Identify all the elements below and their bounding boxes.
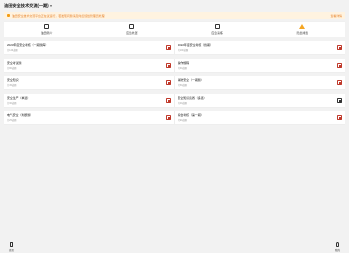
item-name: 消防安全（一期题） <box>177 78 204 82</box>
edit-icon[interactable] <box>165 97 171 103</box>
edit-icon[interactable] <box>165 62 171 68</box>
edit-icon[interactable] <box>165 115 171 120</box>
clipboard-icon <box>9 242 14 247</box>
list-item[interactable]: 操作规程共60道题 <box>174 58 345 73</box>
nav-home[interactable]: 首页 <box>9 242 15 252</box>
item-sub: 共90道题 <box>177 120 187 122</box>
book-icon <box>44 24 50 30</box>
item-name: 2022年度安全考核（终期） <box>177 43 213 47</box>
tab-drill-label: 应急演练 <box>211 30 223 35</box>
item-sub: 共80道题 <box>7 67 17 70</box>
bottom-nav: 首页 我的 <box>0 241 349 253</box>
tab-intro-label: 油田简介 <box>40 30 53 35</box>
nav-profile[interactable]: 我的 <box>334 242 340 252</box>
list-item[interactable]: 2022年度安全考核（终期） 共100道题 <box>174 41 345 55</box>
item-sub: 共50道题 <box>177 85 187 87</box>
warning-icon <box>299 24 306 30</box>
checklist-icon <box>214 24 220 30</box>
item-sub: 共45道题 <box>7 85 17 87</box>
item-name: 综合考核（第一期） <box>177 113 204 117</box>
tab-intro[interactable]: 油田简介 <box>4 22 89 37</box>
list-item[interactable]: 电气安全（判断题） 共25道题 <box>4 111 175 125</box>
user-icon <box>335 242 340 247</box>
page-title: 油田安全技术交流(一期) <box>4 3 49 8</box>
list-item[interactable]: 消防安全（一期题） 共50道题 <box>174 76 345 90</box>
chevron-down-icon[interactable]: ▾ <box>50 4 52 8</box>
list-item[interactable]: 综合考核（第一期） 共90道题 <box>174 111 345 125</box>
item-sub: 共30道题 <box>7 102 17 105</box>
inbox-icon <box>129 24 135 30</box>
nav-profile-label: 我的 <box>334 248 340 252</box>
top-bar: 油田安全技术交流(一期) ▾ <box>0 0 349 12</box>
tab-emergency-label: 应急处置 <box>126 30 138 35</box>
edit-icon[interactable] <box>337 97 342 103</box>
tab-hazard-label: 隐患排查 <box>296 30 309 35</box>
item-sub: 共60道题 <box>177 67 187 70</box>
item-sub: 共120道题 <box>7 50 18 52</box>
bell-icon <box>7 14 10 17</box>
edit-icon[interactable] <box>337 115 342 120</box>
notice-text: 油田安全技术交流平台正在试运行，若发现问题请及时反馈给管理员处理 <box>12 13 105 18</box>
list-item[interactable]: 2023年度安全考核（一期题库） 共120道题 <box>4 41 175 55</box>
item-name: 2023年度安全考核（一期题库） <box>7 43 49 47</box>
list-item[interactable]: 安全考试题共80道题 <box>4 58 175 73</box>
edit-icon[interactable] <box>337 62 342 68</box>
item-sub: 共25道题 <box>7 120 17 122</box>
item-name: 安全知识竞赛（多选） <box>177 95 207 100</box>
list-item[interactable]: 安全生产（单选） 共30道题 <box>4 93 175 108</box>
item-name: 安全知识 <box>7 78 19 82</box>
tab-drill[interactable]: 应急演练 <box>175 22 260 37</box>
edit-icon[interactable] <box>337 45 342 50</box>
function-tabs: 油田简介 应急处置 应急演练 隐患排查 <box>4 21 345 37</box>
item-name: 安全生产（单选） <box>7 95 31 100</box>
nav-home-label: 首页 <box>9 248 15 252</box>
item-name: 安全考试题 <box>7 60 22 65</box>
exam-list: 2023年度安全考核（一期题库） 共120道题 2022年度安全考核（终期） 共10… <box>4 41 345 129</box>
list-item[interactable]: 安全知识共45道题 <box>4 76 175 90</box>
edit-icon[interactable] <box>337 80 342 85</box>
tab-emergency[interactable]: 应急处置 <box>89 22 174 37</box>
tab-hazard[interactable]: 隐患排查 <box>260 22 345 37</box>
edit-icon[interactable] <box>165 45 171 50</box>
item-sub: 共40道题 <box>177 102 187 105</box>
list-item[interactable]: 安全知识竞赛（多选） 共40道题 <box>174 93 345 108</box>
edit-icon[interactable] <box>165 80 171 85</box>
notice-detail-link[interactable]: 查看详情 <box>330 14 342 18</box>
item-name: 操作规程 <box>177 60 190 65</box>
notice-banner: 油田安全技术交流平台正在试运行，若发现问题请及时反馈给管理员处理 查看详情 <box>4 12 345 19</box>
item-name: 电气安全（判断题） <box>7 113 34 117</box>
item-sub: 共100道题 <box>177 50 189 52</box>
